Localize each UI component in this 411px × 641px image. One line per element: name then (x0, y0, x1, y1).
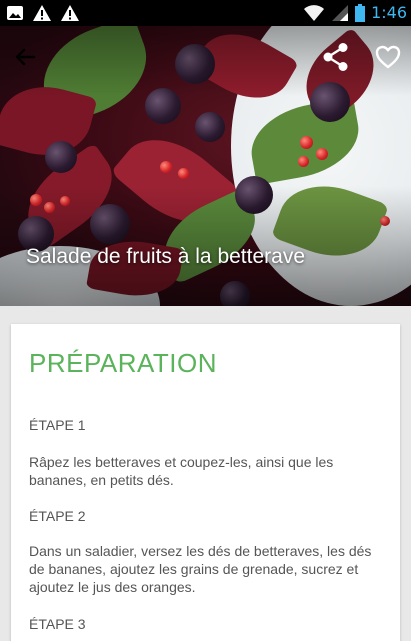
share-button[interactable] (322, 42, 350, 72)
recipe-title: Salade de fruits à la betterave (26, 245, 306, 268)
battery-icon (355, 3, 366, 22)
image-icon (6, 4, 24, 22)
status-bar: 1:46 (0, 0, 411, 26)
arrow-left-icon (12, 48, 38, 74)
clock: 1:46 (371, 3, 407, 22)
warning-icon (60, 4, 80, 22)
step-text: Dans un saladier, versez les dés de bett… (29, 543, 372, 595)
back-button[interactable] (12, 44, 38, 70)
share-icon (322, 43, 350, 76)
signal-icon (331, 4, 349, 22)
step-label: ÉTAPE 1 (29, 417, 86, 433)
warning-icon (32, 4, 52, 22)
wifi-icon (303, 4, 325, 22)
favorite-button[interactable] (374, 43, 402, 71)
heart-outline-icon (374, 45, 402, 75)
preparation-card: PRÉPARATION ÉTAPE 1 Râpez les betteraves… (11, 324, 400, 641)
step-label: ÉTAPE 2 (29, 508, 86, 524)
step-text: Râpez les betteraves et coupez-les, ains… (29, 454, 334, 488)
step-label: ÉTAPE 3 (29, 616, 86, 632)
preparation-heading: PRÉPARATION (29, 348, 218, 378)
